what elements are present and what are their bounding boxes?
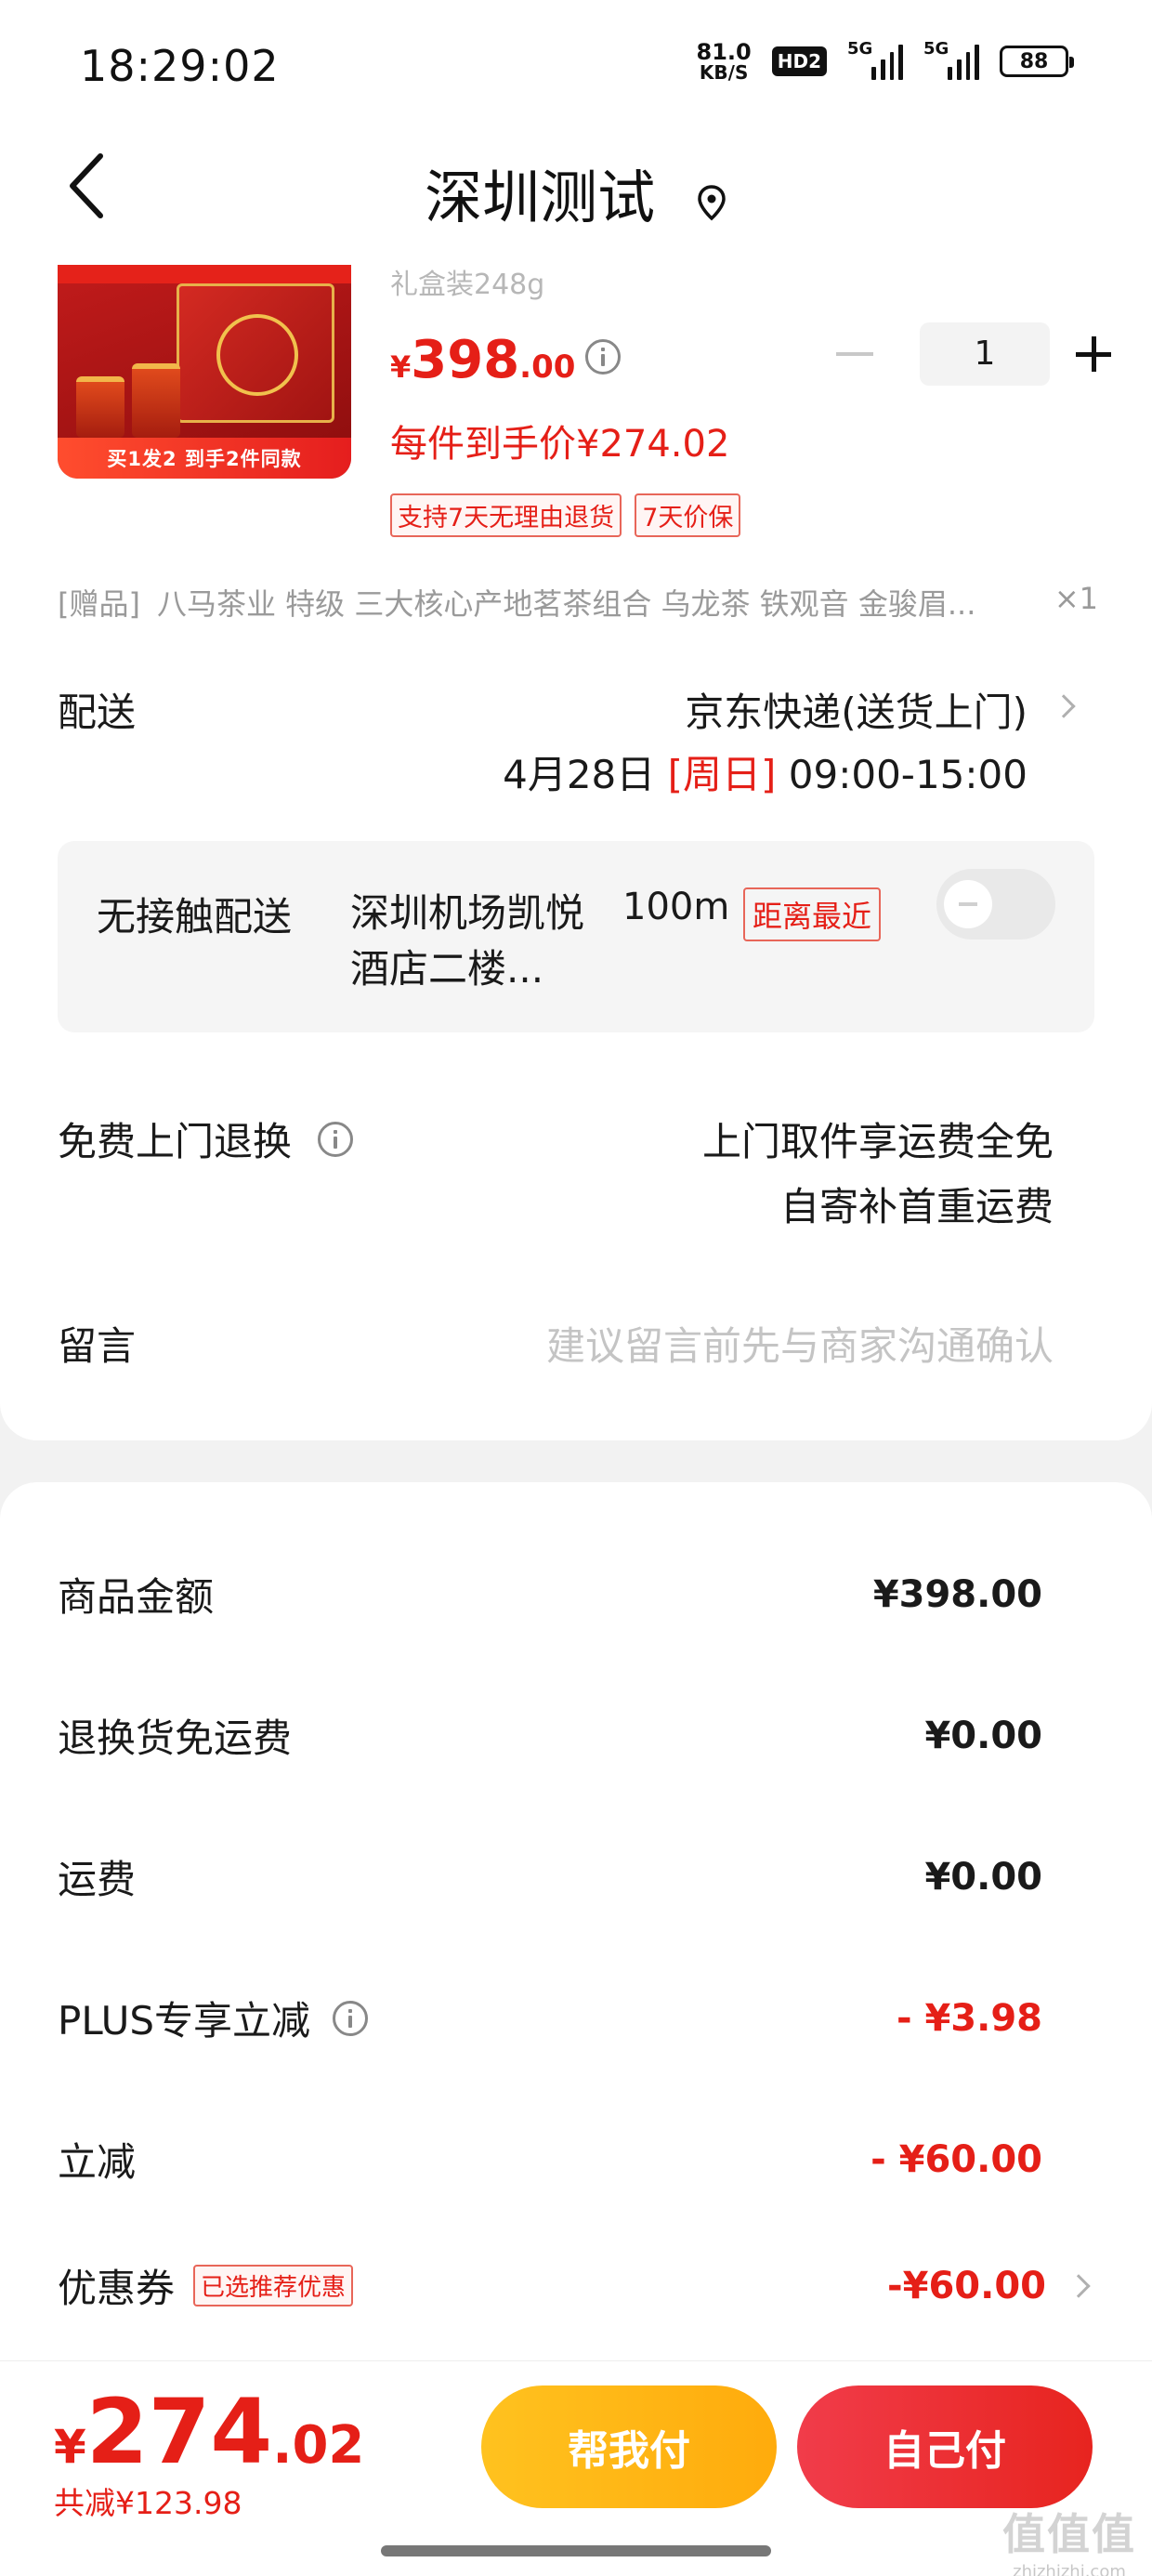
help-pay-button[interactable]: 帮我付	[481, 2385, 777, 2508]
chevron-right-icon	[1067, 2273, 1091, 2298]
contactless-toggle[interactable]	[936, 869, 1055, 940]
gift-tag: [赠品]	[58, 586, 140, 622]
free-return-label: 免费上门退换	[58, 1119, 293, 1164]
fee-value: -¥60.00	[887, 2264, 1046, 2307]
decrease-quantity-button[interactable]	[836, 352, 873, 356]
delivery-chevron-icon[interactable]	[1052, 694, 1076, 718]
network-speed-value: 81.0	[696, 39, 752, 65]
delivery-time[interactable]: 4月28日 [周日] 09:00-15:00	[503, 743, 1028, 800]
fee-row-instant-discount: 立减 - ¥60.00	[58, 2131, 1042, 2188]
network-speed: 81.0 KB/S	[697, 41, 752, 82]
fee-value: - ¥3.98	[896, 1996, 1042, 2040]
page-title-text: 深圳测试	[425, 164, 656, 231]
fee-row-plus-discount: PLUS专享立减 - ¥3.98	[58, 1990, 1042, 2046]
checkout-bar: ¥274.02 共减¥123.98 帮我付 自己付 值值值 zhizhizhi.…	[0, 2360, 1152, 2576]
fee-label: 退换货免运费	[58, 1715, 293, 1761]
watermark: 值值值 zhizhizhi.com	[1000, 2501, 1139, 2576]
unit-price: 每件到手价¥274.02	[390, 423, 730, 466]
delivery-method[interactable]: 京东快递(送货上门)	[685, 681, 1028, 738]
price-info-icon[interactable]	[585, 339, 621, 375]
gift-description: 八马茶业 特级 三大核心产地茗茶组合 乌龙茶 铁观音 金骏眉...	[156, 586, 976, 622]
delivery-label: 配送	[58, 690, 137, 735]
fee-value: ¥0.00	[924, 1714, 1042, 1757]
home-indicator[interactable]	[381, 2545, 771, 2556]
delivery-weekday: [周日]	[667, 752, 777, 797]
self-pay-button[interactable]: 自己付	[797, 2385, 1093, 2508]
contactless-label: 无接触配送	[97, 894, 293, 940]
coupon-value-wrap: -¥60.00	[887, 2264, 1091, 2307]
page-title[interactable]: 深圳测试	[0, 151, 1152, 235]
message-input[interactable]: 建议留言前先与商家沟通确认	[546, 1315, 1054, 1372]
total-saved: 共减¥123.98	[54, 2485, 242, 2521]
fee-label: 商品金额	[58, 1574, 215, 1620]
status-bar: 18:29:02 81.0 KB/S HD2 5G 5G 88	[0, 0, 1152, 130]
free-return-info-icon[interactable]	[318, 1121, 354, 1157]
fee-row-return-shipping: 退换货免运费 ¥0.00	[58, 1707, 1042, 1764]
product-image[interactable]: 买1发2 到手2件同款	[58, 265, 351, 479]
network-speed-unit: KB/S	[699, 61, 749, 84]
quantity-value[interactable]: 1	[920, 322, 1050, 386]
free-return-line1: 上门取件享运费全免	[701, 1119, 1054, 1164]
increase-quantity-button[interactable]	[1076, 336, 1111, 372]
fee-row-coupon[interactable]: 优惠券 已选推荐优惠 -¥60.00	[58, 2257, 1091, 2314]
contactless-distance: 100m	[622, 886, 730, 928]
contactless-location: 深圳机场凯悦酒店二楼...	[350, 890, 585, 992]
quantity-stepper: 1	[836, 322, 1111, 386]
gift-item[interactable]: [赠品] 八马茶业 特级 三大核心产地茗茶组合 乌龙茶 铁观音 金骏眉... ×…	[58, 581, 1098, 624]
plus-info-icon[interactable]	[333, 2000, 369, 2036]
order-details-card: 买1发2 到手2件同款 礼盒装248g ¥398.00 1 每件到手价¥274.…	[0, 265, 1152, 1440]
fee-row-goods: 商品金额 ¥398.00	[58, 1566, 1042, 1623]
product-price: ¥398.00	[390, 330, 576, 390]
service-badges: 支持7天无理由退货 7天价保	[390, 493, 741, 537]
coupon-tag: 已选推荐优惠	[193, 2265, 354, 2307]
price-protect-badge: 7天价保	[635, 493, 741, 537]
toggle-knob	[944, 880, 992, 928]
location-pin-icon	[696, 167, 727, 235]
total-price: ¥274.02	[54, 2380, 365, 2484]
fee-label: PLUS专享立减	[58, 1998, 311, 2044]
free-return-row: 免费上门退换	[58, 1111, 354, 1167]
gift-count: ×1	[1054, 581, 1098, 616]
watermark-logo: 值值值	[1002, 2509, 1136, 2559]
order-confirm-page: 18:29:02 81.0 KB/S HD2 5G 5G 88 深圳测试 买1发…	[0, 0, 1152, 2576]
battery-icon: 88	[1000, 46, 1074, 77]
fee-value: ¥0.00	[924, 1855, 1042, 1899]
fee-value: - ¥60.00	[871, 2137, 1042, 2181]
nav-bar: 深圳测试	[0, 130, 1152, 265]
fee-row-shipping: 运费 ¥0.00	[58, 1848, 1042, 1905]
signal-label: 5G	[847, 39, 873, 59]
delivery-date: 4月28日	[503, 752, 656, 797]
status-icons: 81.0 KB/S HD2 5G 5G 88	[697, 39, 1074, 82]
fee-label: 优惠券	[58, 2266, 176, 2311]
free-return-line2: 自寄补首重运费	[779, 1184, 1054, 1229]
hd-voice-icon: HD2	[771, 46, 827, 76]
signal-label-2: 5G	[923, 39, 949, 59]
status-time: 18:29:02	[80, 41, 280, 91]
message-label: 留言	[58, 1323, 137, 1369]
watermark-url: zhizhizhi.com	[1013, 2562, 1126, 2576]
battery-level: 88	[1019, 49, 1049, 73]
product-spec: 礼盒装248g	[390, 269, 545, 301]
fee-summary-card: 商品金额 ¥398.00 退换货免运费 ¥0.00 运费 ¥0.00 PLUS专…	[0, 1482, 1152, 2412]
nearest-tag: 距离最近	[743, 887, 882, 941]
signal-icon: 5G	[847, 39, 903, 80]
signal-icon-2: 5G	[923, 39, 979, 80]
return-badge: 支持7天无理由退货	[390, 493, 622, 537]
fee-value: ¥398.00	[872, 1572, 1042, 1616]
gift-box-illustration	[177, 283, 334, 423]
fee-label-wrap: PLUS专享立减	[58, 1990, 369, 2046]
product-image-banner: 买1发2 到手2件同款	[58, 438, 351, 479]
fee-label-wrap: 优惠券 已选推荐优惠	[58, 2257, 354, 2314]
fee-label: 立减	[58, 2139, 137, 2185]
fee-label: 运费	[58, 1857, 137, 1902]
contactless-delivery: 无接触配送 深圳机场凯悦酒店二楼... 100m 距离最近	[58, 841, 1094, 1032]
delivery-window: 09:00-15:00	[788, 752, 1028, 797]
